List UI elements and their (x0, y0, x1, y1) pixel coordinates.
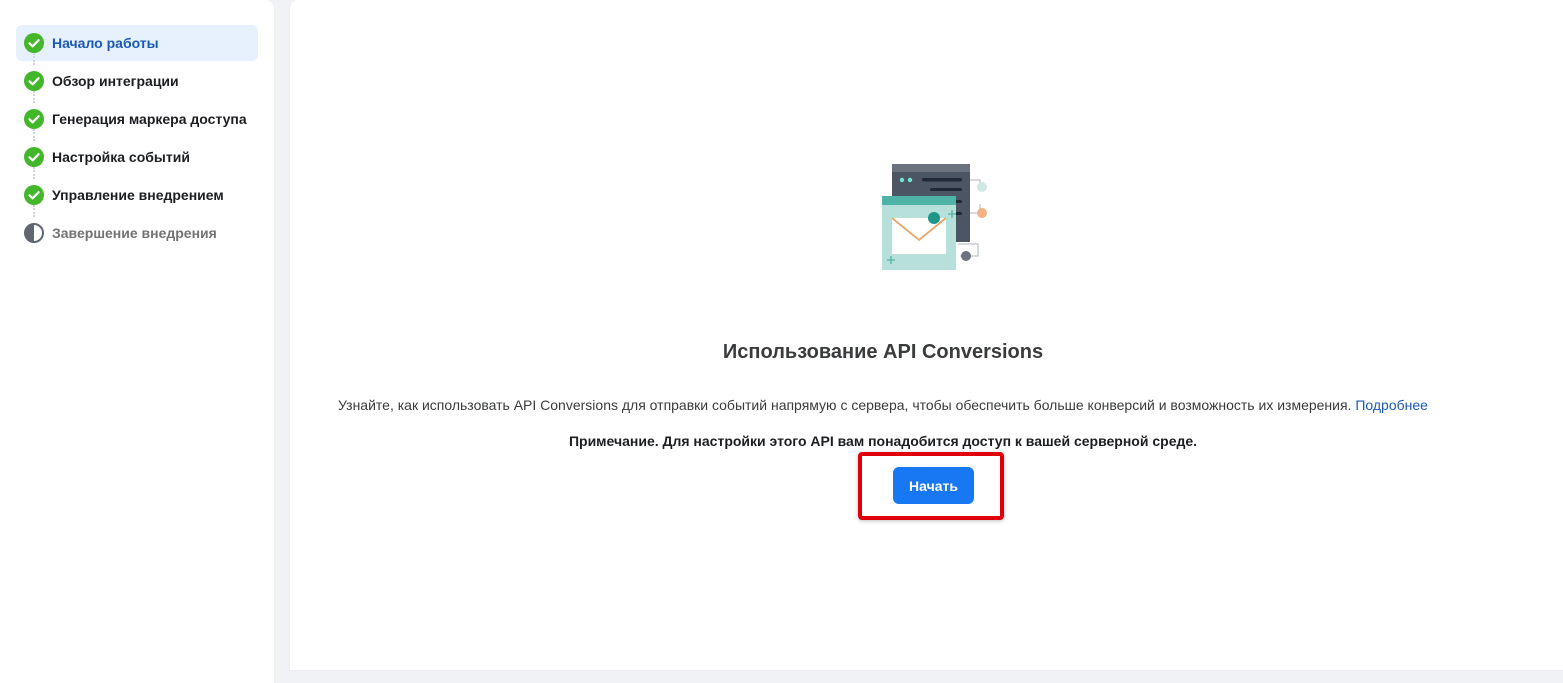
check-circle-icon (24, 185, 44, 205)
step-integration-overview[interactable]: Обзор интеграции (16, 63, 258, 103)
check-circle-icon (24, 147, 44, 167)
steps-list: Начало работы Обзор интеграции Генерация… (16, 25, 258, 253)
step-access-token[interactable]: Генерация маркера доступа (16, 101, 258, 141)
half-circle-icon (24, 223, 44, 243)
learn-more-link[interactable]: Подробнее (1355, 397, 1428, 413)
setup-steps-sidebar: Начало работы Обзор интеграции Генерация… (0, 0, 274, 683)
note-text: Примечание. Для настройки этого API вам … (568, 433, 1198, 449)
check-circle-icon (24, 71, 44, 91)
check-circle-icon (24, 109, 44, 129)
description: Узнайте, как использовать API Conversion… (290, 397, 1476, 413)
description-text: Узнайте, как использовать API Conversion… (338, 397, 1352, 413)
page-title: Использование API Conversions (722, 341, 1044, 363)
start-button[interactable]: Начать (893, 467, 974, 504)
main-content: Использование API Conversions Узнайте, к… (290, 0, 1563, 670)
step-label: Начало работы (52, 35, 159, 51)
check-circle-icon (24, 33, 44, 53)
step-getting-started[interactable]: Начало работы (16, 25, 258, 65)
server-envelope-illustration (882, 164, 987, 270)
step-implementation-completion[interactable]: Завершение внедрения (16, 215, 258, 251)
step-label: Обзор интеграции (52, 73, 179, 89)
step-label: Настройка событий (52, 149, 190, 165)
step-event-setup[interactable]: Настройка событий (16, 139, 258, 179)
step-label: Завершение внедрения (52, 225, 217, 241)
step-implementation-management[interactable]: Управление внедрением (16, 177, 258, 217)
step-label: Управление внедрением (52, 187, 224, 203)
step-label: Генерация маркера доступа (52, 111, 247, 127)
